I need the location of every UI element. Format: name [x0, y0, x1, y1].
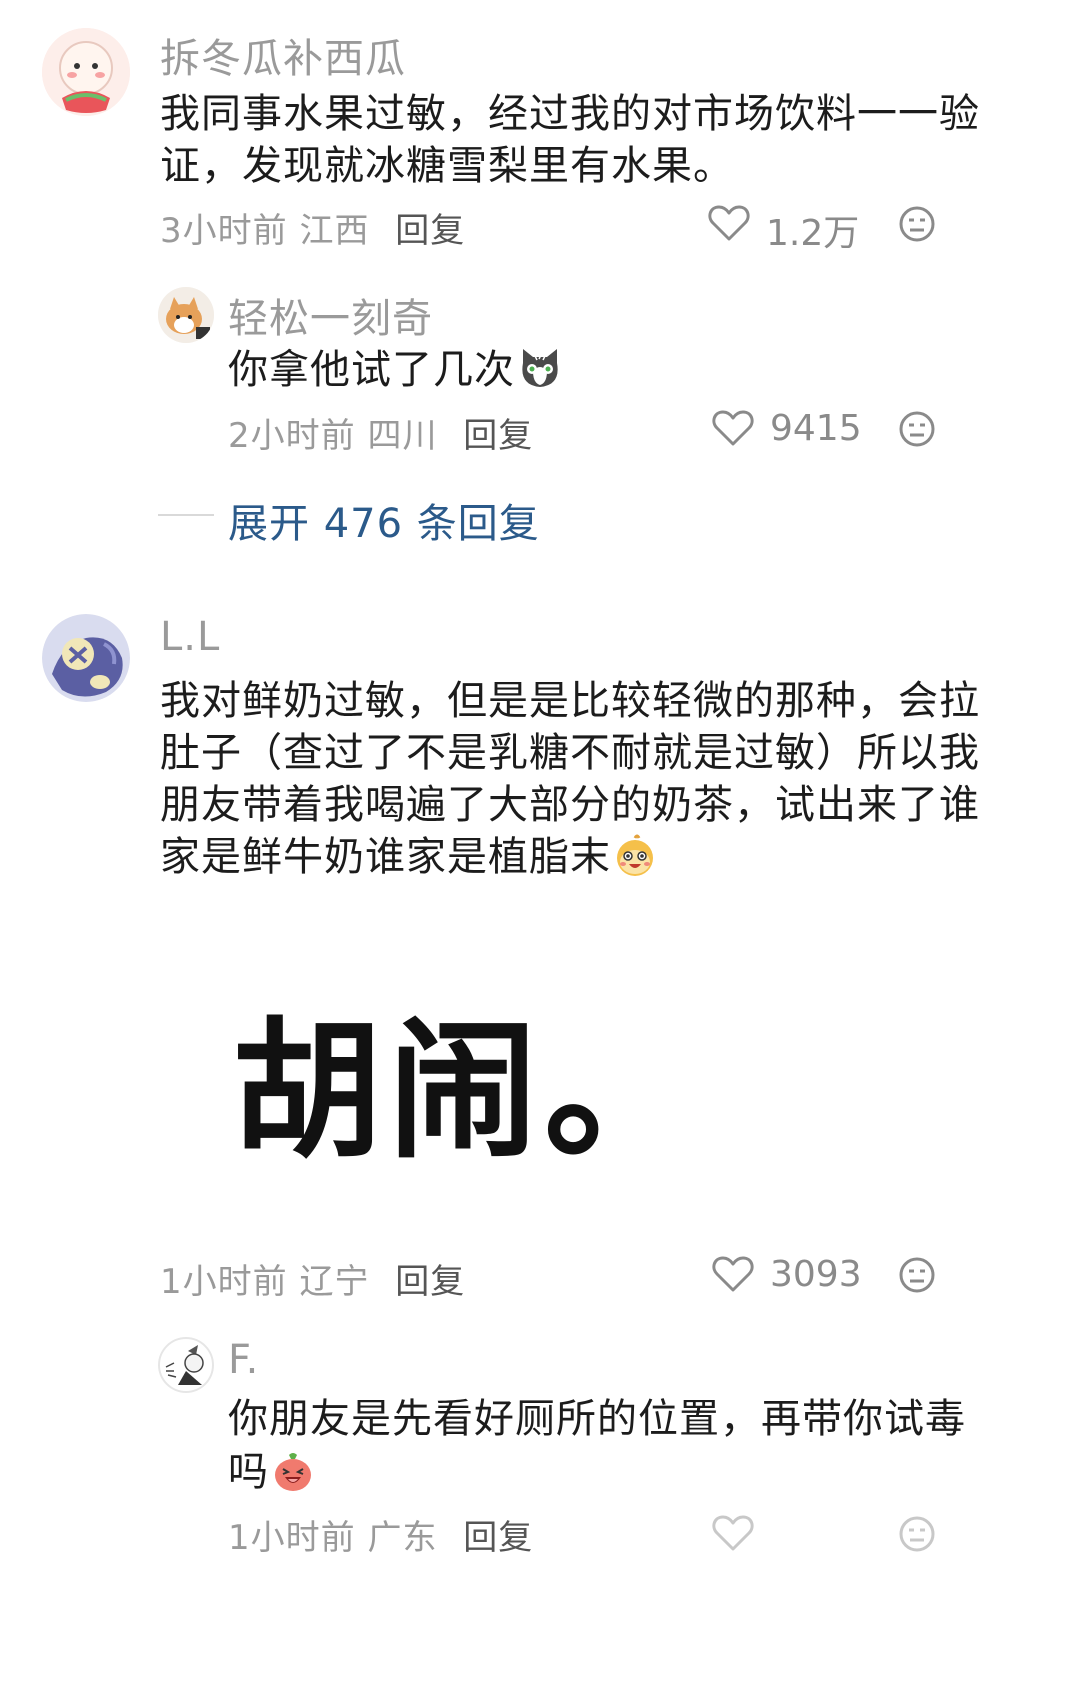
- location: 江西: [299, 211, 370, 251]
- cat-emoji-icon: [517, 345, 563, 407]
- timestamp: 1小时前: [160, 1262, 288, 1302]
- comment-meta: 3小时前 江西 回复: [160, 203, 465, 252]
- like-count: 1.2万: [766, 213, 860, 254]
- comment-meta: 1小时前 辽宁 回复: [160, 1254, 465, 1303]
- like-count: 9415: [770, 408, 862, 449]
- comment-text: 证，发现就冰糖雪梨里有水果。: [160, 143, 734, 189]
- avatar[interactable]: [42, 614, 130, 702]
- avatar[interactable]: [42, 28, 130, 116]
- timestamp: 1小时前: [228, 1518, 356, 1558]
- comment-text: 家是鲜牛奶谁家是植脂末: [160, 828, 657, 894]
- reply-text-content: 吗: [228, 1449, 269, 1495]
- username[interactable]: L.L: [160, 614, 220, 660]
- avatar[interactable]: [158, 1337, 214, 1393]
- comment-text-content: 家是鲜牛奶谁家是植脂末: [160, 834, 611, 880]
- location: 四川: [367, 416, 438, 456]
- neutral-face-icon[interactable]: [898, 1256, 936, 1294]
- avatar[interactable]: [158, 287, 214, 343]
- neutral-face-icon[interactable]: [898, 205, 936, 243]
- heart-outline-icon[interactable]: [708, 204, 750, 242]
- timestamp: 2小时前: [228, 416, 356, 456]
- reply-text: 你朋友是先看好厕所的位置，再带你试毒: [228, 1396, 966, 1442]
- location: 辽宁: [299, 1262, 370, 1302]
- comment-text: 朋友带着我喝遍了大部分的奶茶，试出来了谁: [160, 782, 980, 828]
- username[interactable]: F.: [228, 1337, 259, 1383]
- comment-text: 我同事水果过敏，经过我的对市场饮料一一验: [160, 91, 980, 137]
- reply-text-content: 你拿他试了几次: [228, 347, 515, 393]
- location: 广东: [367, 1518, 438, 1558]
- comment-image-text[interactable]: 胡闹。: [232, 970, 700, 1187]
- reply-button[interactable]: 回复: [395, 1262, 465, 1302]
- username[interactable]: 拆冬瓜补西瓜: [160, 26, 406, 84]
- comment-meta: 2小时前 四川 回复: [228, 408, 533, 457]
- reply-text: 你拿他试了几次: [228, 341, 563, 407]
- heart-outline-icon[interactable]: [712, 409, 754, 447]
- laughing-emoji-icon: [613, 834, 657, 894]
- expand-replies-link[interactable]: 展开 476 条回复: [228, 491, 540, 549]
- expand-divider: [158, 514, 214, 516]
- reply-button[interactable]: 回复: [463, 1518, 533, 1558]
- timestamp: 3小时前: [160, 211, 288, 251]
- comment-text: 肚子（查过了不是乳糖不耐就是过敏）所以我: [160, 730, 980, 776]
- comment-meta: 1小时前 广东 回复: [228, 1510, 533, 1559]
- heart-outline-icon[interactable]: [712, 1514, 754, 1552]
- like-count: 3093: [770, 1254, 862, 1295]
- comment-text: 我对鲜奶过敏，但是是比较轻微的那种，会拉: [160, 678, 980, 724]
- neutral-face-icon[interactable]: [898, 1515, 936, 1553]
- username[interactable]: 轻松一刻奇: [228, 286, 433, 344]
- reply-button[interactable]: 回复: [463, 416, 533, 456]
- neutral-face-icon[interactable]: [898, 410, 936, 448]
- laughing-peach-emoji-icon: [271, 1449, 315, 1509]
- reply-button[interactable]: 回复: [395, 211, 465, 251]
- reply-text: 吗: [228, 1443, 315, 1509]
- heart-outline-icon[interactable]: [712, 1255, 754, 1293]
